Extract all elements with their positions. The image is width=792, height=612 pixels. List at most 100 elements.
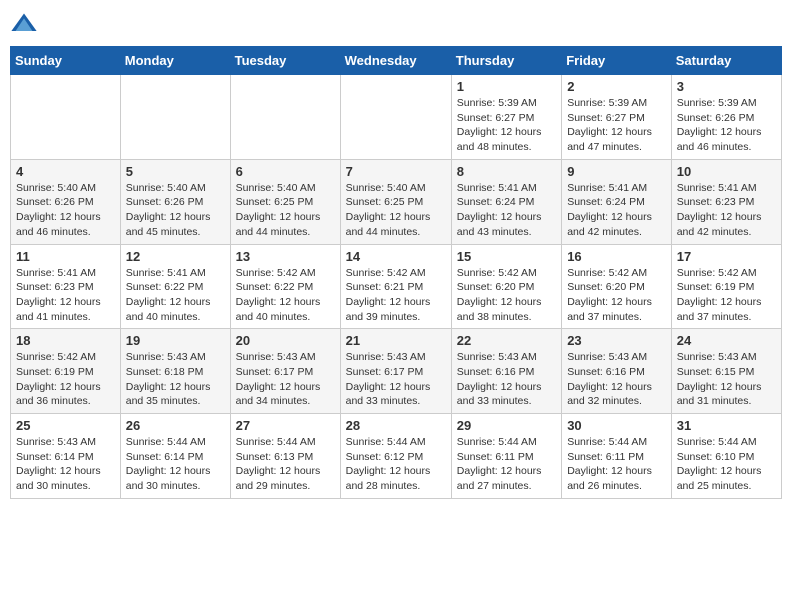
day-header-saturday: Saturday: [671, 47, 781, 75]
day-number: 19: [126, 333, 225, 348]
calendar-cell: 26 Sunrise: 5:44 AM Sunset: 6:14 PM Dayli…: [120, 414, 230, 499]
day-info: Sunrise: 5:43 AM Sunset: 6:17 PM Dayligh…: [346, 350, 446, 409]
day-info: Sunrise: 5:40 AM Sunset: 6:26 PM Dayligh…: [126, 181, 225, 240]
day-info: Sunrise: 5:40 AM Sunset: 6:25 PM Dayligh…: [346, 181, 446, 240]
calendar-cell: 21 Sunrise: 5:43 AM Sunset: 6:17 PM Dayli…: [340, 329, 451, 414]
calendar-table: SundayMondayTuesdayWednesdayThursdayFrid…: [10, 46, 782, 499]
day-number: 29: [457, 418, 556, 433]
day-info: Sunrise: 5:43 AM Sunset: 6:16 PM Dayligh…: [567, 350, 666, 409]
day-number: 12: [126, 249, 225, 264]
day-number: 26: [126, 418, 225, 433]
day-info: Sunrise: 5:42 AM Sunset: 6:22 PM Dayligh…: [236, 266, 335, 325]
day-info: Sunrise: 5:44 AM Sunset: 6:11 PM Dayligh…: [457, 435, 556, 494]
day-number: 20: [236, 333, 335, 348]
calendar-cell: 23Sunrise: 5:43 AM Sunset: 6:16 PM Dayli…: [562, 329, 672, 414]
day-number: 7: [346, 164, 446, 179]
calendar-cell: 30 Sunrise: 5:44 AM Sunset: 6:11 PM Dayli…: [562, 414, 672, 499]
calendar-cell: [230, 75, 340, 160]
calendar-week-3: 11 Sunrise: 5:41 AM Sunset: 6:23 PM Dayli…: [11, 244, 782, 329]
day-number: 25: [16, 418, 115, 433]
header: [10, 10, 782, 38]
day-number: 28: [346, 418, 446, 433]
logo-icon: [10, 10, 38, 38]
calendar-cell: 20 Sunrise: 5:43 AM Sunset: 6:17 PM Dayli…: [230, 329, 340, 414]
day-number: 31: [677, 418, 776, 433]
day-number: 16: [567, 249, 666, 264]
calendar-week-5: 25 Sunrise: 5:43 AM Sunset: 6:14 PM Dayli…: [11, 414, 782, 499]
day-number: 27: [236, 418, 335, 433]
day-header-sunday: Sunday: [11, 47, 121, 75]
calendar-cell: 5 Sunrise: 5:40 AM Sunset: 6:26 PM Daylig…: [120, 159, 230, 244]
day-info: Sunrise: 5:44 AM Sunset: 6:13 PM Dayligh…: [236, 435, 335, 494]
calendar-cell: 12 Sunrise: 5:41 AM Sunset: 6:22 PM Dayli…: [120, 244, 230, 329]
day-number: 5: [126, 164, 225, 179]
day-info: Sunrise: 5:41 AM Sunset: 6:24 PM Dayligh…: [567, 181, 666, 240]
day-info: Sunrise: 5:43 AM Sunset: 6:14 PM Dayligh…: [16, 435, 115, 494]
calendar-cell: 31Sunrise: 5:44 AM Sunset: 6:10 PM Dayli…: [671, 414, 781, 499]
day-info: Sunrise: 5:39 AM Sunset: 6:26 PM Dayligh…: [677, 96, 776, 155]
calendar-cell: [120, 75, 230, 160]
calendar-cell: 7 Sunrise: 5:40 AM Sunset: 6:25 PM Daylig…: [340, 159, 451, 244]
day-number: 4: [16, 164, 115, 179]
calendar-cell: 14Sunrise: 5:42 AM Sunset: 6:21 PM Dayli…: [340, 244, 451, 329]
calendar-cell: 24 Sunrise: 5:43 AM Sunset: 6:15 PM Dayli…: [671, 329, 781, 414]
day-number: 14: [346, 249, 446, 264]
days-of-week-row: SundayMondayTuesdayWednesdayThursdayFrid…: [11, 47, 782, 75]
calendar-week-4: 18Sunrise: 5:42 AM Sunset: 6:19 PM Dayli…: [11, 329, 782, 414]
day-number: 3: [677, 79, 776, 94]
day-info: Sunrise: 5:41 AM Sunset: 6:23 PM Dayligh…: [16, 266, 115, 325]
calendar-cell: 19 Sunrise: 5:43 AM Sunset: 6:18 PM Dayli…: [120, 329, 230, 414]
day-header-tuesday: Tuesday: [230, 47, 340, 75]
day-info: Sunrise: 5:40 AM Sunset: 6:25 PM Dayligh…: [236, 181, 335, 240]
day-info: Sunrise: 5:39 AM Sunset: 6:27 PM Dayligh…: [457, 96, 556, 155]
day-info: Sunrise: 5:44 AM Sunset: 6:14 PM Dayligh…: [126, 435, 225, 494]
calendar-cell: 4 Sunrise: 5:40 AM Sunset: 6:26 PM Daylig…: [11, 159, 121, 244]
calendar-cell: 16 Sunrise: 5:42 AM Sunset: 6:20 PM Dayli…: [562, 244, 672, 329]
day-number: 2: [567, 79, 666, 94]
day-info: Sunrise: 5:43 AM Sunset: 6:15 PM Dayligh…: [677, 350, 776, 409]
calendar-cell: 2Sunrise: 5:39 AM Sunset: 6:27 PM Daylig…: [562, 75, 672, 160]
day-number: 1: [457, 79, 556, 94]
day-number: 10: [677, 164, 776, 179]
day-header-friday: Friday: [562, 47, 672, 75]
calendar-cell: 15 Sunrise: 5:42 AM Sunset: 6:20 PM Dayli…: [451, 244, 561, 329]
day-info: Sunrise: 5:42 AM Sunset: 6:20 PM Dayligh…: [457, 266, 556, 325]
calendar-cell: [340, 75, 451, 160]
day-number: 22: [457, 333, 556, 348]
day-number: 6: [236, 164, 335, 179]
calendar-cell: 6 Sunrise: 5:40 AM Sunset: 6:25 PM Daylig…: [230, 159, 340, 244]
day-info: Sunrise: 5:41 AM Sunset: 6:23 PM Dayligh…: [677, 181, 776, 240]
day-number: 24: [677, 333, 776, 348]
day-number: 15: [457, 249, 556, 264]
calendar-cell: 28Sunrise: 5:44 AM Sunset: 6:12 PM Dayli…: [340, 414, 451, 499]
calendar-cell: 3 Sunrise: 5:39 AM Sunset: 6:26 PM Daylig…: [671, 75, 781, 160]
day-number: 9: [567, 164, 666, 179]
day-number: 21: [346, 333, 446, 348]
day-number: 8: [457, 164, 556, 179]
day-info: Sunrise: 5:44 AM Sunset: 6:11 PM Dayligh…: [567, 435, 666, 494]
day-info: Sunrise: 5:41 AM Sunset: 6:22 PM Dayligh…: [126, 266, 225, 325]
day-info: Sunrise: 5:43 AM Sunset: 6:17 PM Dayligh…: [236, 350, 335, 409]
calendar-cell: 10 Sunrise: 5:41 AM Sunset: 6:23 PM Dayli…: [671, 159, 781, 244]
calendar-cell: 22 Sunrise: 5:43 AM Sunset: 6:16 PM Dayli…: [451, 329, 561, 414]
day-header-wednesday: Wednesday: [340, 47, 451, 75]
day-info: Sunrise: 5:43 AM Sunset: 6:18 PM Dayligh…: [126, 350, 225, 409]
day-header-thursday: Thursday: [451, 47, 561, 75]
day-info: Sunrise: 5:42 AM Sunset: 6:20 PM Dayligh…: [567, 266, 666, 325]
calendar-week-1: 1 Sunrise: 5:39 AM Sunset: 6:27 PM Daylig…: [11, 75, 782, 160]
day-number: 18: [16, 333, 115, 348]
day-number: 11: [16, 249, 115, 264]
calendar-cell: 9 Sunrise: 5:41 AM Sunset: 6:24 PM Daylig…: [562, 159, 672, 244]
day-number: 13: [236, 249, 335, 264]
calendar-cell: 13 Sunrise: 5:42 AM Sunset: 6:22 PM Dayli…: [230, 244, 340, 329]
logo: [10, 10, 42, 38]
day-info: Sunrise: 5:43 AM Sunset: 6:16 PM Dayligh…: [457, 350, 556, 409]
day-info: Sunrise: 5:40 AM Sunset: 6:26 PM Dayligh…: [16, 181, 115, 240]
calendar-cell: 1 Sunrise: 5:39 AM Sunset: 6:27 PM Daylig…: [451, 75, 561, 160]
day-header-monday: Monday: [120, 47, 230, 75]
day-number: 30: [567, 418, 666, 433]
day-info: Sunrise: 5:41 AM Sunset: 6:24 PM Dayligh…: [457, 181, 556, 240]
calendar-cell: 18Sunrise: 5:42 AM Sunset: 6:19 PM Dayli…: [11, 329, 121, 414]
calendar-cell: [11, 75, 121, 160]
day-info: Sunrise: 5:42 AM Sunset: 6:19 PM Dayligh…: [677, 266, 776, 325]
